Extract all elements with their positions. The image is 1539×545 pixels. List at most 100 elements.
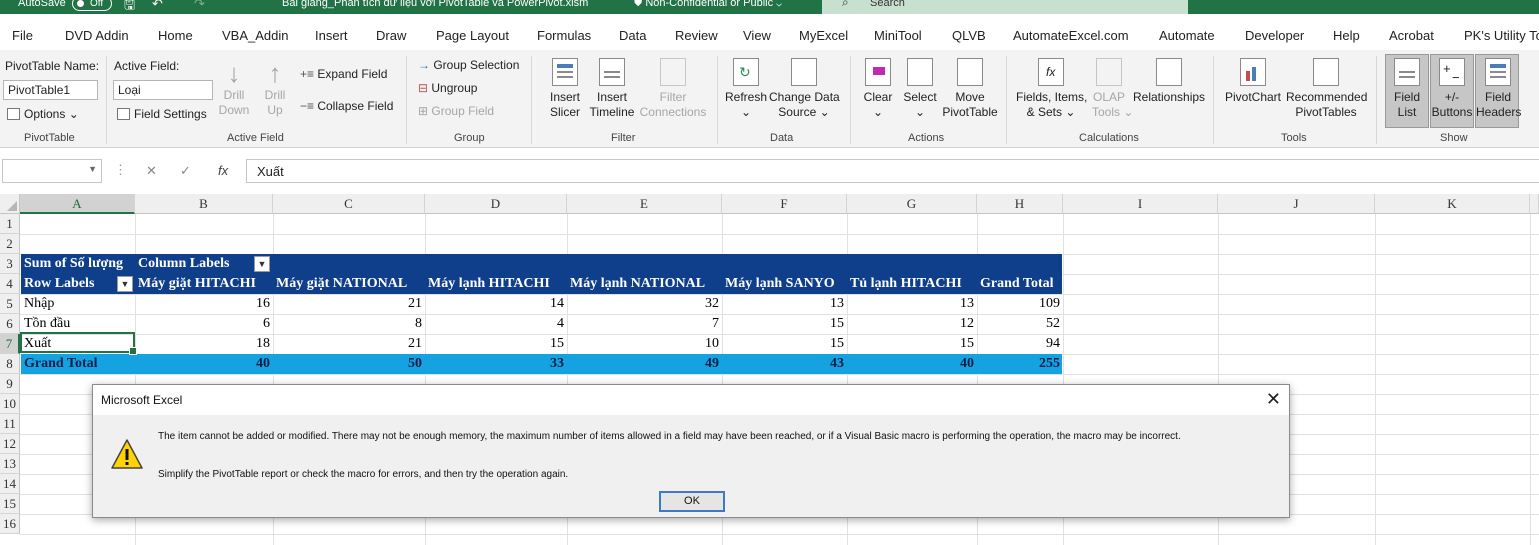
- tab-draw[interactable]: Draw: [376, 28, 406, 43]
- pivot-value[interactable]: 21: [273, 294, 425, 314]
- pivot-value[interactable]: 12: [847, 314, 977, 334]
- pivot-value[interactable]: 10: [567, 334, 722, 354]
- row-header-14[interactable]: 14: [0, 474, 20, 494]
- row-header-7[interactable]: 7: [0, 334, 20, 354]
- row-header-3[interactable]: 3: [0, 254, 20, 274]
- ok-button[interactable]: OK: [659, 491, 725, 512]
- pivot-value[interactable]: 15: [722, 334, 847, 354]
- insert-slicer-button[interactable]: Insert Slicer: [546, 58, 584, 120]
- row-header-2[interactable]: 2: [0, 234, 20, 254]
- column-header-h[interactable]: H: [977, 194, 1063, 214]
- pivot-total-value[interactable]: 40: [847, 354, 977, 374]
- insert-timeline-button[interactable]: Insert Timeline: [589, 58, 635, 120]
- tab-automateexcel[interactable]: AutomateExcel.com: [1013, 28, 1129, 43]
- formula-input[interactable]: Xuất: [246, 159, 1539, 183]
- tab-acrobat[interactable]: Acrobat: [1389, 28, 1434, 43]
- change-data-source-button[interactable]: Change Data Source ⌄: [769, 58, 840, 120]
- tab-home[interactable]: Home: [158, 28, 193, 43]
- row-filter-dropdown-icon[interactable]: ▼: [117, 276, 133, 292]
- group-selection-button[interactable]: → Group Selection: [418, 58, 519, 72]
- pivot-total-value[interactable]: 255: [977, 354, 1063, 374]
- row-header-9[interactable]: 9: [0, 374, 20, 394]
- column-header-d[interactable]: D: [425, 194, 567, 214]
- pivot-total-value[interactable]: 40: [135, 354, 273, 374]
- select-all-button[interactable]: [0, 194, 20, 214]
- select-button[interactable]: Select ⌄: [902, 58, 938, 120]
- pivot-col-header[interactable]: Máy lạnh SANYO: [722, 274, 847, 294]
- tab-formulas[interactable]: Formulas: [537, 28, 591, 43]
- pivot-col-header[interactable]: Tủ lạnh HITACHI: [847, 274, 977, 294]
- fields-items-sets-button[interactable]: fx Fields, Items, & Sets ⌄: [1016, 58, 1087, 120]
- pivot-value[interactable]: 8: [273, 314, 425, 334]
- pivot-value[interactable]: 13: [847, 294, 977, 314]
- name-box[interactable]: ▼: [2, 159, 102, 183]
- pivot-column-labels[interactable]: Column Labels: [135, 254, 260, 274]
- options-button[interactable]: Options ⌄: [7, 107, 79, 121]
- pivot-col-header[interactable]: Grand Total: [977, 274, 1063, 294]
- pivot-grand-total-label[interactable]: Grand Total: [21, 354, 136, 374]
- redo-icon[interactable]: ↷: [194, 0, 205, 12]
- function-icon[interactable]: fx: [218, 163, 228, 178]
- active-field-input[interactable]: Loại: [113, 80, 213, 100]
- pivot-col-header[interactable]: Máy lạnh HITACHI: [425, 274, 567, 294]
- pivot-value[interactable]: 21: [273, 334, 425, 354]
- pivot-value[interactable]: 32: [567, 294, 722, 314]
- refresh-button[interactable]: ↻ Refresh ⌄: [724, 58, 768, 120]
- drill-down-button[interactable]: ↓ Drill Down: [218, 58, 250, 118]
- tab-minitool[interactable]: MiniTool: [874, 28, 922, 43]
- pivot-value[interactable]: 7: [567, 314, 722, 334]
- active-cell-selection[interactable]: [20, 332, 137, 355]
- tab-pks-utility[interactable]: PK's Utility To: [1464, 28, 1539, 43]
- tab-data[interactable]: Data: [619, 28, 646, 43]
- row-header-16[interactable]: 16: [0, 514, 20, 534]
- column-header-e[interactable]: E: [567, 194, 722, 214]
- tab-qlvb[interactable]: QLVB: [952, 28, 986, 43]
- pivot-value[interactable]: 94: [977, 334, 1063, 354]
- pivotchart-button[interactable]: PivotChart: [1224, 58, 1282, 105]
- tab-view[interactable]: View: [743, 28, 771, 43]
- relationships-button[interactable]: Relationships: [1133, 58, 1205, 105]
- row-header-12[interactable]: 12: [0, 434, 20, 454]
- undo-icon[interactable]: ↶: [152, 0, 163, 12]
- filter-connections-button[interactable]: Filter Connections: [638, 58, 708, 120]
- pivot-values-label[interactable]: Sum of Số lượng: [21, 254, 136, 274]
- field-list-button[interactable]: Field List: [1387, 58, 1427, 120]
- pivot-value[interactable]: 13: [722, 294, 847, 314]
- tab-developer[interactable]: Developer: [1245, 28, 1304, 43]
- column-header-g[interactable]: G: [847, 194, 977, 214]
- pivot-value[interactable]: 18: [135, 334, 273, 354]
- row-header-11[interactable]: 11: [0, 414, 20, 434]
- group-field-button[interactable]: ⊞ Group Field: [418, 104, 494, 118]
- pivottable-name-input[interactable]: PivotTable1: [3, 80, 98, 100]
- row-header-8[interactable]: 8: [0, 354, 20, 374]
- tab-automate[interactable]: Automate: [1159, 28, 1215, 43]
- field-headers-button[interactable]: Field Headers: [1476, 58, 1521, 120]
- pivot-value[interactable]: 4: [425, 314, 567, 334]
- pivot-total-value[interactable]: 50: [273, 354, 425, 374]
- pivot-row-label[interactable]: Tồn đầu: [21, 314, 136, 334]
- column-header-j[interactable]: J: [1218, 194, 1375, 214]
- pivot-total-value[interactable]: 43: [722, 354, 847, 374]
- row-header-13[interactable]: 13: [0, 454, 20, 474]
- search-box[interactable]: ⌕ Search: [822, 0, 1188, 14]
- pivot-row-label[interactable]: Nhập: [21, 294, 136, 314]
- tab-dvd-addin[interactable]: DVD Addin: [65, 28, 129, 43]
- pivot-col-header[interactable]: Máy lạnh NATIONAL: [567, 274, 722, 294]
- column-header-k[interactable]: K: [1375, 194, 1530, 214]
- row-header-10[interactable]: 10: [0, 394, 20, 414]
- autosave-toggle[interactable]: Off: [72, 0, 112, 11]
- close-icon[interactable]: ✕: [1266, 389, 1281, 410]
- row-header-1[interactable]: 1: [0, 214, 20, 234]
- column-header-a[interactable]: A: [20, 194, 135, 214]
- collapse-field-button[interactable]: −≡ Collapse Field: [300, 99, 393, 113]
- pivot-col-header[interactable]: Máy giặt NATIONAL: [273, 274, 425, 294]
- expand-field-button[interactable]: +≡ Expand Field: [300, 67, 387, 81]
- tab-page-layout[interactable]: Page Layout: [436, 28, 509, 43]
- pivot-total-value[interactable]: 33: [425, 354, 567, 374]
- enter-icon[interactable]: ✓: [180, 163, 191, 179]
- column-header-c[interactable]: C: [273, 194, 425, 214]
- row-header-15[interactable]: 15: [0, 494, 20, 514]
- row-header-4[interactable]: 4: [0, 274, 20, 294]
- cancel-icon[interactable]: ✕: [146, 163, 157, 179]
- field-settings-button[interactable]: Field Settings: [117, 107, 207, 121]
